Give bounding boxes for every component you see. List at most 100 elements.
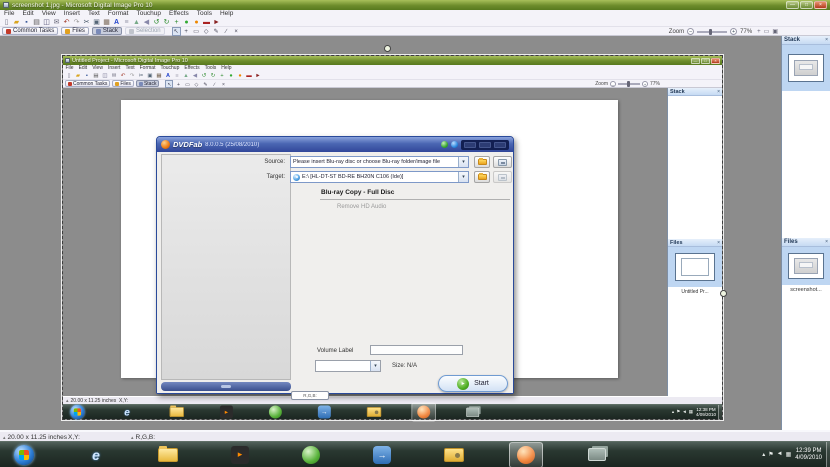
tray-icon: ⚑ xyxy=(676,409,681,414)
toolbar-icon[interactable]: ▬ xyxy=(202,18,211,27)
zoom-slider xyxy=(618,81,640,87)
source-value: Please insert Blu-ray disc or choose Blu… xyxy=(293,159,441,165)
taskbar-app-icon xyxy=(169,405,184,418)
selected-image-screenshot[interactable]: Untitled Project - Microsoft Digital Ima… xyxy=(62,45,727,422)
taskbar-app-icon[interactable] xyxy=(302,445,320,464)
toolbar-icon[interactable]: ● xyxy=(192,18,201,27)
resize-handle-right[interactable] xyxy=(720,290,727,297)
taskbar-app-icon xyxy=(466,407,480,417)
toolbar-icon[interactable]: ≡ xyxy=(122,18,131,27)
tray-date: 4/09/2010 xyxy=(795,454,822,461)
toolbar-icon[interactable]: ✉ xyxy=(52,18,61,27)
target-browse-folder-button xyxy=(474,171,490,183)
zoom-label: Zoom xyxy=(595,81,608,87)
clock[interactable]: 12:39 PM 4/09/2010 xyxy=(795,448,822,462)
tool-icon: ▭ xyxy=(185,81,190,88)
app-icon xyxy=(3,2,9,8)
toolbar-icon[interactable]: ◫ xyxy=(42,18,51,27)
tray-icon[interactable]: ▴ xyxy=(762,451,765,458)
stack-thumbnail-zone xyxy=(782,45,830,91)
toolbar-icon: ↻ xyxy=(210,72,216,79)
pan-icon[interactable]: + xyxy=(757,29,761,35)
tray-icon[interactable]: ◄ xyxy=(777,451,783,458)
toolbar-icon[interactable]: ▤ xyxy=(32,18,41,27)
toolbar-icon[interactable]: ↶ xyxy=(62,18,71,27)
taskbar-app-icon[interactable] xyxy=(509,441,543,467)
zoom-slider-thumb[interactable] xyxy=(709,28,713,35)
show-desktop-strip[interactable] xyxy=(826,442,830,467)
dropdown-arrow-icon: ▾ xyxy=(370,361,380,371)
files-tab[interactable]: Files xyxy=(61,27,89,35)
stack-tab[interactable]: Stack xyxy=(91,27,122,35)
taskbar-app-icon[interactable] xyxy=(14,444,34,465)
taskbar-app-icon[interactable] xyxy=(444,447,464,462)
volume-label-caption: Volume Label xyxy=(317,348,354,354)
close-button[interactable]: × xyxy=(814,1,827,9)
source-label: Source: xyxy=(264,159,285,165)
toolbar-icon[interactable]: ▯ xyxy=(2,18,11,27)
target-combobox: E:\ [HL-DT-ST BD-RE BH20N C106 (Ide)] ▾ xyxy=(290,171,469,183)
target-label: Target: xyxy=(266,174,285,180)
rotate-selection-handle[interactable] xyxy=(384,45,391,52)
close-icon[interactable]: × xyxy=(825,37,828,43)
taskbar-app-icon[interactable] xyxy=(588,448,606,461)
tray-icon[interactable]: ⚑ xyxy=(768,451,773,458)
outer-title-bar: screenshot 1.jpg - Microsoft Digital Ima… xyxy=(0,0,830,10)
tool-icon[interactable]: ▭ xyxy=(192,27,201,36)
zoom-in-button[interactable]: + xyxy=(730,28,738,35)
file-thumbnail[interactable] xyxy=(788,253,824,279)
tray-icon[interactable]: ▦ xyxy=(786,451,792,458)
toolbar-icon[interactable]: ► xyxy=(212,18,221,27)
toolbar-icon[interactable]: ▰ xyxy=(12,18,21,27)
toolbar-icon[interactable]: + xyxy=(172,18,181,27)
actual-size-icon[interactable]: ▣ xyxy=(772,28,778,35)
minimize-button[interactable]: — xyxy=(786,1,799,9)
taskbar-app-icon[interactable]: ▸ xyxy=(231,445,249,464)
dvdfab-dialog: DVDFab 8.0.0.5 (25/08/2010) Source: Plea… xyxy=(156,136,514,394)
toolbar-icon[interactable]: ● xyxy=(182,18,191,27)
toolbar-icon: + xyxy=(220,72,224,79)
toolbar-icon[interactable]: ▦ xyxy=(102,18,111,27)
tool-icon[interactable]: ∕ xyxy=(222,27,231,36)
toolbar-icon[interactable]: ↺ xyxy=(152,18,161,27)
file-thumbnail xyxy=(675,253,715,281)
toolbar-icon[interactable]: ▣ xyxy=(92,18,101,27)
taskbar-app-icon[interactable]: e xyxy=(87,446,105,464)
tool-icon[interactable]: ✎ xyxy=(212,27,221,36)
target-value: E:\ [HL-DT-ST BD-RE BH20N C106 (Ide)] xyxy=(302,174,404,180)
stack-icon xyxy=(138,81,143,86)
common-tasks-tab[interactable]: Common Tasks xyxy=(2,27,59,35)
inner-taskbar-icons: e ▸ → xyxy=(63,402,480,422)
dvdfab-title-bar: DVDFab 8.0.0.5 (25/08/2010) xyxy=(157,137,513,152)
fit-page-icon[interactable]: ▭ xyxy=(764,28,770,35)
toolbar-icon[interactable]: ◀ xyxy=(142,18,151,27)
taskbar-app-icon[interactable]: → xyxy=(373,445,391,464)
toolbar-icon[interactable]: ▪ xyxy=(22,18,31,27)
close-icon[interactable]: × xyxy=(825,239,828,245)
maximize-button[interactable]: □ xyxy=(800,1,813,9)
zoom-slider[interactable] xyxy=(697,28,728,35)
tool-icon[interactable]: + xyxy=(182,27,191,36)
zoom-out-button[interactable]: – xyxy=(687,28,695,35)
toolbar-icon[interactable]: ✂ xyxy=(82,18,91,27)
toolbar-icon: ▤ xyxy=(93,72,99,79)
grip-icon xyxy=(221,385,231,388)
tray-icon: ◄ xyxy=(682,409,687,414)
tool-icon[interactable]: × xyxy=(232,27,241,36)
taskbar-app-icon[interactable] xyxy=(158,445,178,462)
stack-thumbnail[interactable] xyxy=(788,54,824,82)
mode-list-panel xyxy=(161,154,291,380)
toolbar-icon[interactable]: A xyxy=(112,18,121,27)
inner-task-toolbar: Common Tasks Files Stack ↖ + ▭ ◇ ✎ ∕ × Zoom – … xyxy=(63,79,722,88)
tool-icon: + xyxy=(176,81,180,88)
tray-icon: ▦ xyxy=(688,409,693,414)
toolbar-icon[interactable]: ↷ xyxy=(72,18,81,27)
toolbar-icon[interactable]: ↻ xyxy=(162,18,171,27)
blu-ray-drive-icon xyxy=(293,173,300,181)
tool-icon[interactable]: ↖ xyxy=(171,26,181,36)
tool-icon[interactable]: ◇ xyxy=(202,27,211,36)
toolbar-icon[interactable]: ▲ xyxy=(132,18,141,27)
size-text: Size: N/A xyxy=(392,363,418,369)
file-thumbnail-label: Untitled Pr... xyxy=(681,289,709,295)
toolbar-icon: ▣ xyxy=(147,72,153,79)
